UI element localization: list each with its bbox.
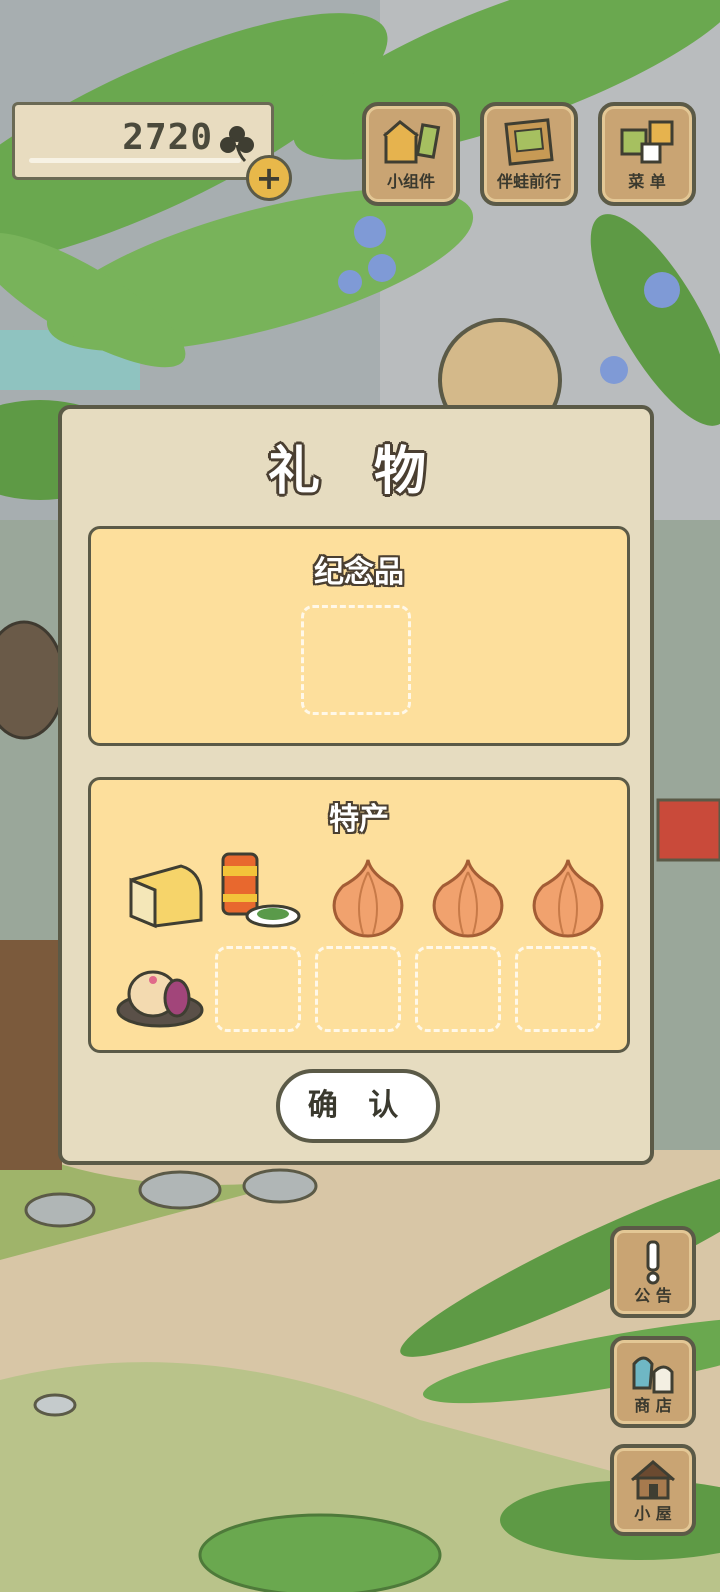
house-button[interactable]: 小 屋 [610,1444,696,1536]
mooncake-icon[interactable] [115,950,205,1040]
menu-icon [620,120,674,164]
specialty-slot-empty[interactable] [315,946,401,1032]
menu-label: 菜 单 [628,172,666,191]
specialty-slot-empty[interactable] [215,946,301,1032]
clover-icon [220,126,254,163]
gift-dialog: 礼 物 纪念品 特产 确 认 [58,405,654,1165]
widget-button[interactable]: 小组件 [362,102,460,206]
souvenir-slot-empty[interactable] [301,605,411,715]
tea-can-icon[interactable] [217,846,307,936]
specialty-slot-empty[interactable] [515,946,601,1032]
menu-button[interactable]: 菜 单 [598,102,696,206]
widget-icon [383,120,441,164]
specialty-title: 特产 [329,802,389,837]
specialty-slot-empty[interactable] [415,946,501,1032]
onion-icon[interactable] [323,852,413,942]
gift-dialog-title: 礼 物 [267,442,445,502]
house-icon [631,1460,675,1500]
travel-journal-label: 伴蛙前行 [496,172,561,191]
shop-bag-icon [632,1356,674,1394]
souvenir-panel: 纪念品 [88,526,630,746]
cheese-icon[interactable] [121,850,211,940]
onion-icon[interactable] [523,852,613,942]
exclamation-icon [646,1240,660,1285]
clover-underline [29,158,241,163]
travel-journal-button[interactable]: 伴蛙前行 [480,102,578,206]
confirm-button[interactable]: 确 认 [276,1069,440,1143]
clover-counter: 2720 [12,102,274,180]
add-clover-button[interactable]: + [246,155,292,201]
shop-label: 商 店 [634,1396,672,1415]
house-label: 小 屋 [634,1504,672,1523]
specialty-panel: 特产 [88,777,630,1053]
souvenir-title: 纪念品 [314,555,404,590]
widget-label: 小组件 [386,172,435,191]
shop-button[interactable]: 商 店 [610,1336,696,1428]
notice-label: 公 告 [634,1286,672,1305]
notice-button[interactable]: 公 告 [610,1226,696,1318]
journal-icon [504,118,554,166]
clover-count: 2720 [122,117,213,158]
onion-icon[interactable] [423,852,513,942]
